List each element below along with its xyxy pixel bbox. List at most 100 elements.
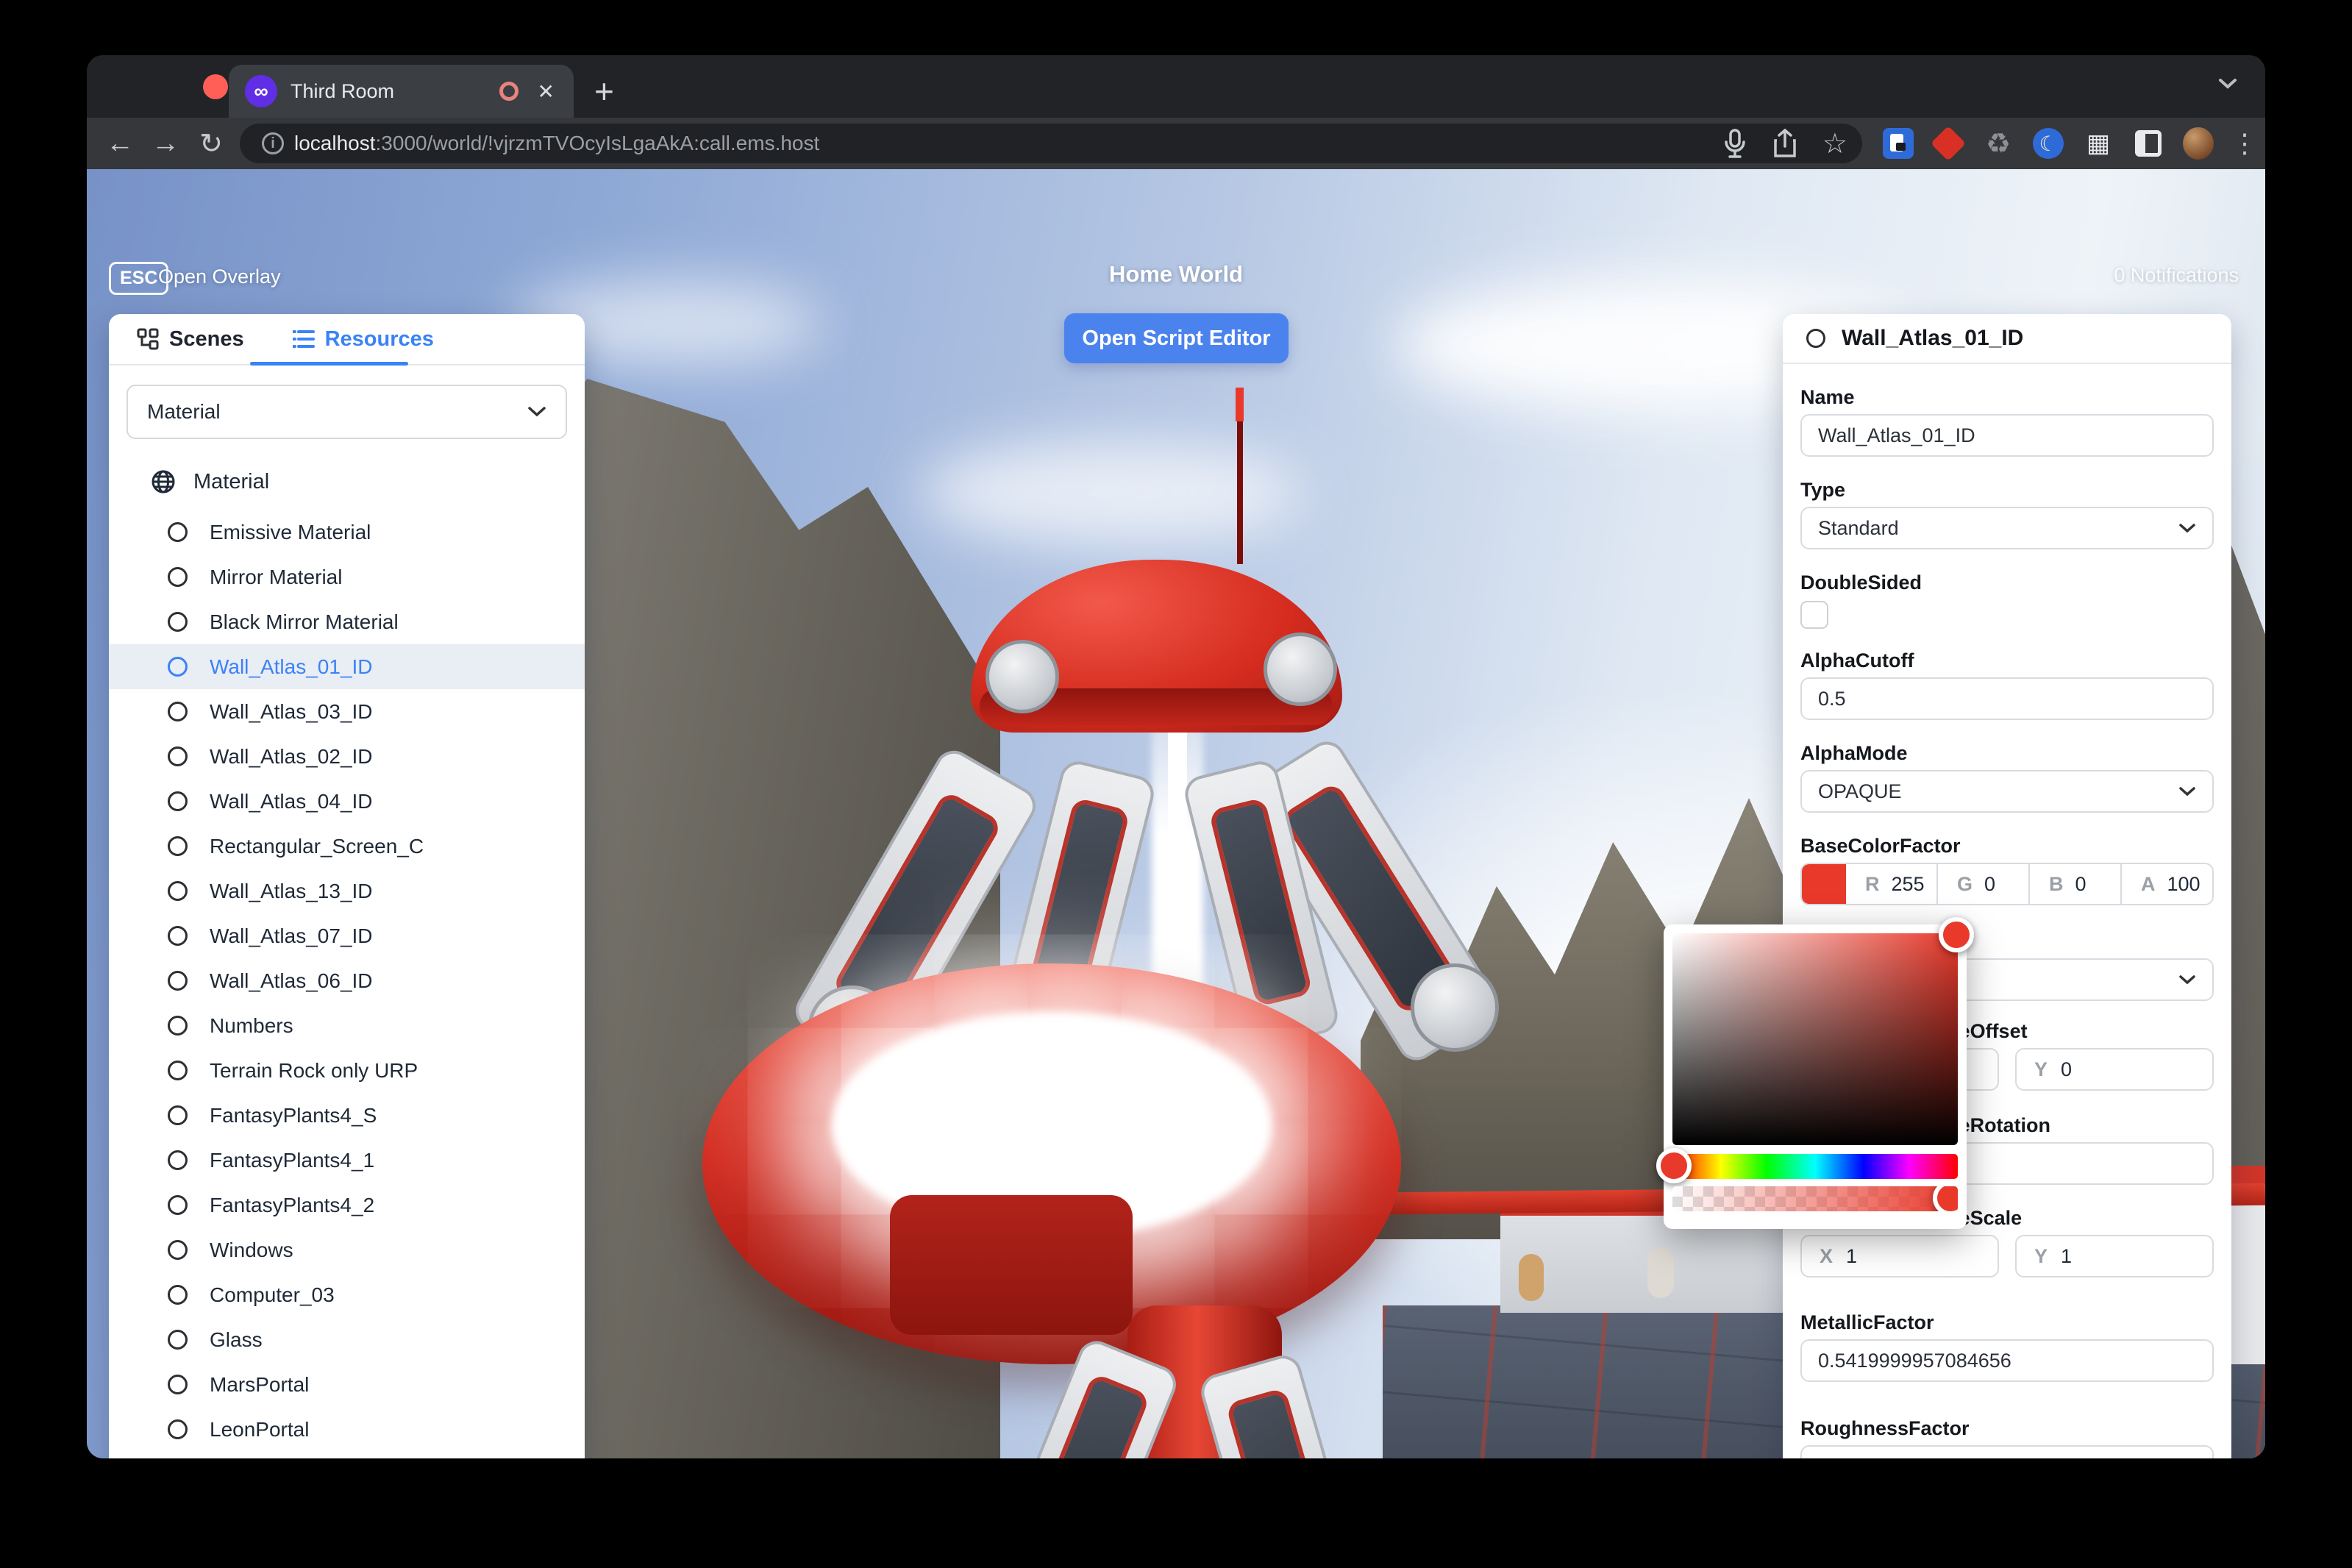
saturation-value-area[interactable] xyxy=(1672,933,1958,1145)
type-select[interactable]: Standard xyxy=(1800,507,2214,549)
list-item[interactable]: Terrain Rock only URP xyxy=(109,1048,585,1093)
alpha-mode-label: AlphaMode xyxy=(1800,741,2214,766)
type-value: Standard xyxy=(1818,517,1899,540)
list-item[interactable]: Black Mirror Material xyxy=(109,599,585,644)
world-viewport[interactable]: ESC Open Overlay Home World 0 Notificati… xyxy=(87,169,2265,1458)
back-button[interactable]: ← xyxy=(97,128,143,160)
scale-x-field[interactable]: X1 xyxy=(1800,1235,1999,1277)
list-item[interactable]: MarsPortal xyxy=(109,1362,585,1407)
list-item[interactable]: Numbers xyxy=(109,1003,585,1048)
url-bar[interactable]: i localhost:3000/world/!vjrzmTVOcyIsLgaA… xyxy=(240,124,1862,163)
list-item[interactable]: Computer_03 xyxy=(109,1272,585,1317)
green-channel-field[interactable]: G0 xyxy=(1936,864,2028,904)
new-tab-button[interactable]: + xyxy=(594,71,614,111)
tree-root-label: Material xyxy=(193,470,269,494)
privacy-extension-icon[interactable] xyxy=(1883,128,1914,159)
list-item[interactable]: Wall_Atlas_02_ID xyxy=(109,734,585,779)
alpha-cutoff-field[interactable]: 0.5 xyxy=(1800,677,2214,720)
tower-antenna-tip xyxy=(1236,388,1244,421)
chevron-down-icon xyxy=(2178,786,2196,797)
inspector-header: Wall_Atlas_01_ID xyxy=(1783,314,2231,364)
material-icon xyxy=(168,1240,188,1260)
extensions-puzzle-icon[interactable]: ▦ xyxy=(2083,128,2114,159)
browser-tab[interactable]: ∞ Third Room ✕ xyxy=(229,65,574,118)
hue-handle[interactable] xyxy=(1656,1148,1692,1183)
microphone-icon[interactable] xyxy=(1722,129,1747,158)
material-icon xyxy=(168,926,188,946)
material-icon xyxy=(168,1330,188,1350)
tab-resources[interactable]: Resources xyxy=(293,327,434,352)
tab-search-chevron-icon[interactable] xyxy=(2218,77,2237,89)
saturation-value-handle[interactable] xyxy=(1939,917,1974,952)
list-item-label: MarsPortal xyxy=(210,1373,309,1397)
double-sided-checkbox[interactable] xyxy=(1800,601,1828,629)
alpha-mode-value: OPAQUE xyxy=(1818,780,1902,803)
browser-menu-icon[interactable]: ⋮ xyxy=(2231,128,2258,159)
list-icon xyxy=(293,329,315,349)
list-item[interactable]: Emissive Material xyxy=(109,510,585,555)
list-item[interactable]: Wall_Atlas_06_ID xyxy=(109,958,585,1003)
reload-button[interactable]: ↻ xyxy=(188,127,234,160)
recycle-extension-icon[interactable]: ♻ xyxy=(1983,128,2014,159)
red-channel-field[interactable]: R255 xyxy=(1846,864,1936,904)
list-item[interactable]: FantasyPlants4_1 xyxy=(109,1138,585,1183)
list-item-label: LeonPortal xyxy=(210,1418,309,1442)
window-close-button[interactable] xyxy=(203,74,228,99)
dark-reader-extension-icon[interactable]: ☾ xyxy=(2033,128,2064,159)
material-icon xyxy=(168,612,188,632)
chevron-down-icon xyxy=(2178,523,2196,534)
material-icon xyxy=(168,1195,188,1215)
panel-tabs: Scenes Resources xyxy=(109,314,585,366)
list-item[interactable]: Wall_Atlas_03_ID xyxy=(109,689,585,734)
list-item[interactable]: Rectangular_Screen_C xyxy=(109,824,585,869)
blue-channel-field[interactable]: B0 xyxy=(2028,864,2120,904)
list-item[interactable]: Wall_Atlas_04_ID xyxy=(109,779,585,824)
site-info-icon[interactable]: i xyxy=(262,132,284,154)
list-item[interactable]: FantasyPlants4_S xyxy=(109,1093,585,1138)
git-extension-icon[interactable] xyxy=(1933,128,1964,159)
share-icon[interactable] xyxy=(1772,129,1797,158)
profile-avatar[interactable] xyxy=(2183,128,2214,159)
material-list: Emissive Material Mirror Material Black … xyxy=(109,510,585,1458)
list-item-label: FantasyPlants4_S xyxy=(210,1104,377,1127)
alpha-mode-select[interactable]: OPAQUE xyxy=(1800,770,2214,813)
list-item-label: Numbers xyxy=(210,1014,293,1038)
list-item[interactable]: Windows xyxy=(109,1227,585,1272)
alpha-slider[interactable] xyxy=(1672,1186,1958,1211)
tab-close-icon[interactable]: ✕ xyxy=(538,79,555,104)
list-item-label: Glass xyxy=(210,1328,263,1352)
resource-type-value: Material xyxy=(147,400,221,424)
tab-scenes[interactable]: Scenes xyxy=(137,327,244,352)
notifications-counter[interactable]: 0 Notifications xyxy=(2114,264,2239,287)
list-item[interactable]: Mirror Material xyxy=(109,555,585,599)
recording-indicator-icon xyxy=(499,82,518,101)
tree-root-material[interactable]: Material xyxy=(109,461,585,502)
list-item[interactable]: Wall_Atlas_01_ID xyxy=(109,644,585,689)
list-item[interactable]: FantasyPlants4_2 xyxy=(109,1183,585,1227)
side-panel-icon[interactable] xyxy=(2133,128,2164,159)
list-item[interactable]: Wall_Atlas_13_ID xyxy=(109,869,585,913)
list-item-label: Wall_Atlas_07_ID xyxy=(210,924,373,948)
roughness-factor-field[interactable]: 0.3580000102519989 xyxy=(1800,1445,2214,1458)
open-script-editor-button[interactable]: Open Script Editor xyxy=(1064,313,1289,363)
list-item[interactable]: Glass xyxy=(109,1317,585,1362)
name-field[interactable]: Wall_Atlas_01_ID xyxy=(1800,414,2214,457)
scale-y-field[interactable]: Y1 xyxy=(2015,1235,2214,1277)
alpha-channel-field[interactable]: A100 xyxy=(2120,864,2212,904)
hue-slider[interactable] xyxy=(1672,1154,1958,1179)
offset-y-field[interactable]: Y0 xyxy=(2015,1048,2214,1091)
alpha-handle[interactable] xyxy=(1933,1186,1958,1211)
forward-button[interactable]: → xyxy=(143,128,188,160)
texture-scale-fields: X1 Y1 xyxy=(1800,1235,2214,1277)
material-inspector-panel: Wall_Atlas_01_ID Name Wall_Atlas_01_ID T… xyxy=(1783,314,2231,1458)
bookmark-star-icon[interactable]: ☆ xyxy=(1822,127,1847,160)
metallic-factor-field[interactable]: 0.5419999957084656 xyxy=(1800,1339,2214,1382)
color-swatch[interactable] xyxy=(1802,864,1846,904)
list-item-label: Rectangular_Screen_C xyxy=(210,835,424,858)
list-item[interactable]: WebXRPortal xyxy=(109,1452,585,1458)
list-item[interactable]: Wall_Atlas_07_ID xyxy=(109,913,585,958)
list-item-label: Wall_Atlas_03_ID xyxy=(210,700,373,724)
resource-type-select[interactable]: Material xyxy=(126,385,567,439)
list-item[interactable]: LeonPortal xyxy=(109,1407,585,1452)
resources-panel: Scenes Resources Material Material xyxy=(109,314,585,1458)
